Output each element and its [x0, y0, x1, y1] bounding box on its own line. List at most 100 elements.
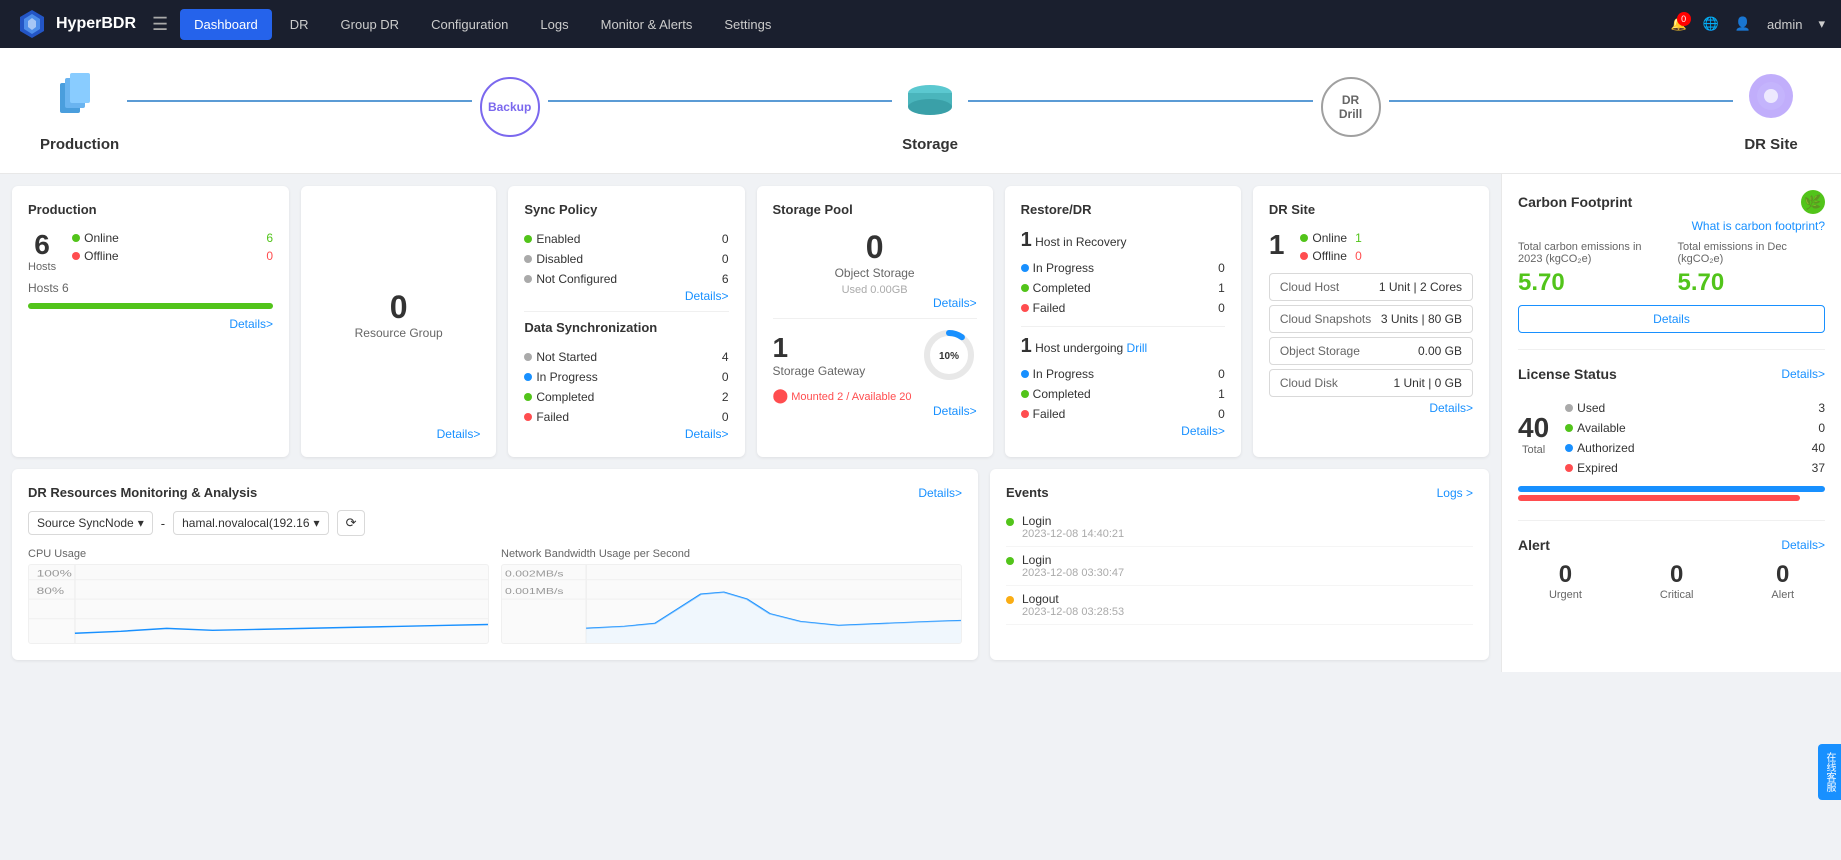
storage-label: Storage	[902, 136, 958, 153]
hamburger-icon[interactable]: ☰	[152, 14, 168, 35]
object-storage-label: Object Storage	[773, 266, 977, 280]
sync-not-configured-row: Not Configured 6	[524, 269, 728, 289]
storage-pool-details-link1[interactable]: Details>	[773, 296, 977, 310]
nav-right: 🔔 0 🌐 👤 admin ▾	[1670, 16, 1825, 32]
language-icon[interactable]: 🌐	[1703, 16, 1719, 32]
host-chevron-icon: ▾	[314, 516, 320, 530]
username[interactable]: admin	[1767, 17, 1802, 32]
license-header: License Status Details>	[1518, 366, 1825, 382]
carbon-link-row: What is carbon footprint?	[1518, 218, 1825, 233]
dr-offline-label: Offline	[1312, 249, 1346, 263]
event-content-2: Logout 2023-12-08 03:28:53	[1022, 592, 1124, 618]
sync-policy-details-link[interactable]: Details>	[524, 289, 728, 303]
production-card-title: Production	[28, 202, 273, 217]
production-details-link[interactable]: Details>	[28, 317, 273, 331]
enabled-label: Enabled	[536, 232, 580, 246]
restore-completed: Completed 1	[1021, 278, 1225, 298]
production-card: Production 6 Hosts Online 6 Offline 0	[12, 186, 289, 457]
hosts-progress-fill	[28, 303, 273, 309]
svg-text:10%: 10%	[939, 351, 959, 362]
online-row: Online 6	[72, 229, 273, 247]
user-icon[interactable]: 👤	[1735, 16, 1751, 32]
notification-bell[interactable]: 🔔 0	[1670, 16, 1686, 32]
license-details-link[interactable]: Details>	[1781, 367, 1825, 381]
nav-monitor-alerts[interactable]: Monitor & Alerts	[587, 9, 707, 40]
license-bars	[1518, 486, 1825, 501]
host-drill-row: 1 Host undergoing Drill	[1021, 335, 1225, 358]
data-sync-title: Data Synchronization	[524, 320, 728, 335]
top-cards-row: Production 6 Hosts Online 6 Offline 0	[12, 186, 1489, 457]
not-configured-label: Not Configured	[536, 272, 617, 286]
carbon-details-button[interactable]: Details	[1518, 305, 1825, 333]
pipeline-production: Production	[40, 68, 119, 153]
offline-row: Offline 0	[72, 247, 273, 265]
license-authorized-row: Authorized 40	[1565, 438, 1825, 458]
refresh-button[interactable]: ⟳	[337, 510, 366, 536]
r-failed-count: 0	[1218, 301, 1225, 315]
chat-float-button[interactable]: 在线客服	[1818, 744, 1841, 800]
offline-count: 0	[266, 249, 273, 263]
online-dot: Online	[72, 231, 119, 245]
host-recovery-label: Host in Recovery	[1035, 235, 1126, 249]
completed-count: 2	[722, 390, 729, 404]
nav-configuration[interactable]: Configuration	[417, 9, 522, 40]
restore-failed: Failed 0	[1021, 298, 1225, 318]
cpu-chart-title: CPU Usage	[28, 548, 489, 560]
restore-dr-card: Restore/DR 1 Host in Recovery In Progres…	[1005, 186, 1241, 457]
hosts-progress-bar	[28, 303, 273, 309]
nav-dashboard[interactable]: Dashboard	[180, 9, 272, 40]
expired-label: Expired	[1577, 461, 1618, 475]
alert-header: Alert Details>	[1518, 537, 1825, 553]
host-select[interactable]: hamal.novalocal(192.16 ▾	[173, 511, 328, 535]
object-storage-dr-label: Object Storage	[1280, 344, 1360, 358]
mounted-text: Mounted 2 / Available 20	[791, 391, 911, 403]
events-title: Events	[1006, 485, 1049, 500]
network-chart: Network Bandwidth Usage per Second 0.002…	[501, 548, 962, 644]
sync-policy-card: Sync Policy Enabled 0 Disabled 0 Not Con…	[508, 186, 744, 457]
storage-pool-details-link2[interactable]: Details>	[773, 404, 977, 418]
monitor-details-link[interactable]: Details>	[918, 486, 962, 500]
pipeline-line-3	[968, 100, 1312, 102]
nav-settings[interactable]: Settings	[710, 9, 785, 40]
nav-logs[interactable]: Logs	[526, 9, 582, 40]
nav-group-dr[interactable]: Group DR	[327, 9, 414, 40]
license-expired-row: Expired 37	[1565, 458, 1825, 478]
network-chart-area: 0.002MB/s 0.001MB/s	[501, 564, 962, 644]
not-started-label: Not Started	[536, 350, 597, 364]
drill-in-progress: In Progress 0	[1021, 364, 1225, 384]
failed-count: 0	[722, 410, 729, 424]
data-sync-details-link[interactable]: Details>	[524, 427, 728, 441]
r-in-progress-count: 0	[1218, 261, 1225, 275]
carbon-info-link[interactable]: What is carbon footprint?	[1692, 219, 1825, 233]
dr-site-title: DR Site	[1269, 202, 1473, 217]
event-item-2: Logout 2023-12-08 03:28:53	[1006, 586, 1473, 625]
disabled-count: 0	[722, 252, 729, 266]
authorized-label: Authorized	[1577, 441, 1634, 455]
alert-details-link[interactable]: Details>	[1781, 538, 1825, 552]
d-in-progress-count: 0	[1218, 367, 1225, 381]
nav-dr[interactable]: DR	[276, 9, 323, 40]
completed-label: Completed	[536, 390, 594, 404]
alert-section: Alert Details> 0 Urgent 0 Critical 0 Ale…	[1518, 537, 1825, 601]
carbon-title: Carbon Footprint	[1518, 194, 1632, 210]
source-select[interactable]: Source SyncNode ▾	[28, 511, 153, 535]
network-chart-title: Network Bandwidth Usage per Second	[501, 548, 962, 560]
user-chevron-icon: ▾	[1818, 16, 1825, 32]
event-time-2: 2023-12-08 03:28:53	[1022, 606, 1124, 618]
dr-site-details-link[interactable]: Details>	[1269, 401, 1473, 415]
resource-group-details-link[interactable]: Details>	[317, 427, 480, 441]
navigation: HyperBDR ☰ Dashboard DR Group DR Configu…	[0, 0, 1841, 48]
production-stats: 6 Hosts Online 6 Offline 0	[28, 229, 273, 273]
event-item-0: Login 2023-12-08 14:40:21	[1006, 508, 1473, 547]
disabled-label: Disabled	[536, 252, 583, 266]
license-available-row: Available 0	[1565, 418, 1825, 438]
license-bar-blue	[1518, 486, 1825, 492]
cloud-host-value: 1 Unit | 2 Cores	[1379, 280, 1462, 294]
authorized-count: 40	[1812, 441, 1825, 455]
gateway-label: Storage Gateway	[773, 364, 866, 378]
failed-label: Failed	[536, 410, 569, 424]
restore-dr-details-link[interactable]: Details>	[1021, 424, 1225, 438]
events-logs-link[interactable]: Logs >	[1437, 486, 1473, 500]
event-dot-1	[1006, 557, 1014, 565]
failed-row: Failed 0	[524, 407, 728, 427]
